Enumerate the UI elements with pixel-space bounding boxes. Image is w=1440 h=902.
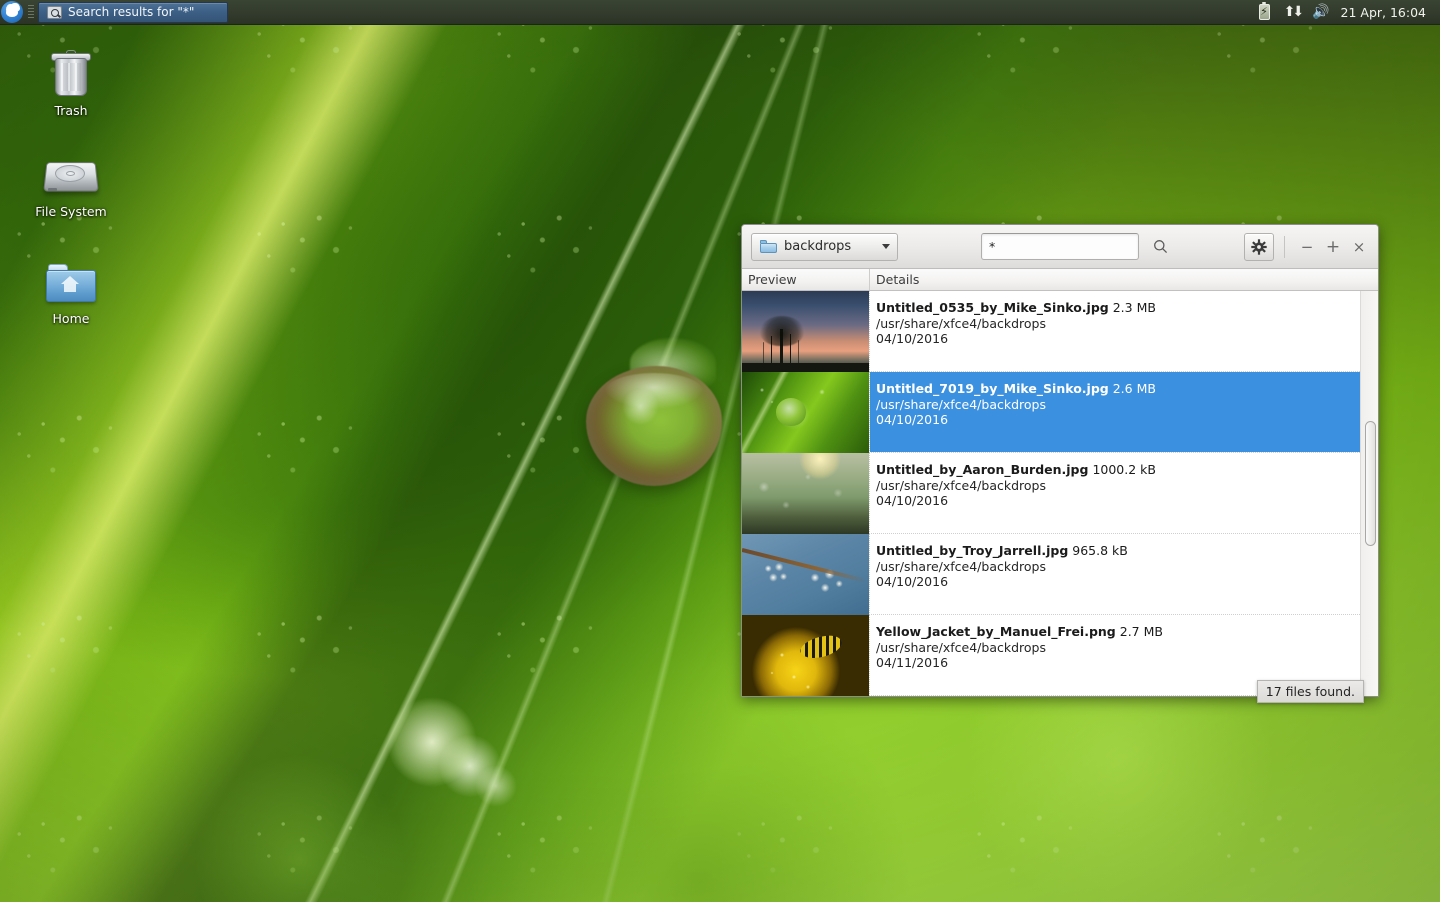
table-row[interactable]: Untitled_by_Troy_Jarrell.jpg 965.8 kB /u… — [742, 534, 1360, 615]
trash-icon — [49, 50, 93, 98]
system-tray: ⬆⬇ 🔊 21 Apr, 16:04 — [1256, 4, 1440, 21]
table-row[interactable]: Untitled_0535_by_Mike_Sinko.jpg 2.3 MB /… — [742, 291, 1360, 372]
search-results-window[interactable]: backdrops — [741, 224, 1379, 697]
search-icon[interactable] — [1149, 234, 1171, 259]
folder-dropdown[interactable]: backdrops — [751, 233, 898, 261]
file-date: 04/10/2016 — [876, 493, 1360, 509]
status-badge: 17 files found. — [1257, 680, 1364, 703]
window-toolbar: backdrops — [742, 225, 1378, 269]
file-size: 2.7 MB — [1120, 624, 1163, 639]
file-size: 2.3 MB — [1113, 300, 1156, 315]
search-folder-icon — [47, 6, 62, 19]
vertical-scrollbar[interactable] — [1360, 291, 1378, 696]
file-path: /usr/share/xfce4/backdrops — [876, 397, 1360, 413]
file-path: /usr/share/xfce4/backdrops — [876, 316, 1360, 332]
file-name: Untitled_7019_by_Mike_Sinko.jpg — [876, 381, 1109, 396]
file-date: 04/11/2016 — [876, 655, 1360, 671]
table-row[interactable]: Untitled_7019_by_Mike_Sinko.jpg 2.6 MB /… — [742, 372, 1360, 453]
desktop-icon-label: File System — [35, 204, 107, 219]
results-list[interactable]: Untitled_0535_by_Mike_Sinko.jpg 2.3 MB /… — [742, 291, 1378, 696]
battery-charging-icon[interactable] — [1259, 4, 1270, 20]
file-name: Untitled_by_Aaron_Burden.jpg — [876, 462, 1088, 477]
file-size: 1000.2 kB — [1092, 462, 1156, 477]
minimize-button[interactable]: − — [1294, 234, 1320, 260]
green-leaf-dewdrop-thumb — [742, 372, 870, 453]
desktop-icon-home[interactable]: Home — [22, 262, 120, 326]
panel-clock[interactable]: 21 Apr, 16:04 — [1341, 5, 1430, 20]
close-button[interactable]: × — [1346, 234, 1372, 260]
scrollbar-thumb[interactable] — [1365, 421, 1376, 546]
top-panel: Search results for "*" ⬆⬇ 🔊 21 Apr, 16:0… — [0, 0, 1440, 25]
file-path: /usr/share/xfce4/backdrops — [876, 559, 1360, 575]
column-headers: Preview Details — [742, 269, 1378, 291]
network-updown-icon[interactable]: ⬆⬇ — [1284, 4, 1301, 21]
file-size: 965.8 kB — [1072, 543, 1128, 558]
file-path: /usr/share/xfce4/backdrops — [876, 478, 1360, 494]
file-name: Untitled_0535_by_Mike_Sinko.jpg — [876, 300, 1109, 315]
file-size: 2.6 MB — [1113, 381, 1156, 396]
results-rows: Untitled_0535_by_Mike_Sinko.jpg 2.3 MB /… — [742, 291, 1360, 696]
yellow-jacket-thumb — [742, 615, 870, 696]
window-controls: − + × — [1244, 225, 1372, 269]
search-field[interactable] — [981, 233, 1139, 260]
desktop[interactable]: Search results for "*" ⬆⬇ 🔊 21 Apr, 16:0… — [0, 0, 1440, 902]
white-blossom-thumb — [742, 534, 870, 615]
search-input[interactable] — [982, 234, 1149, 259]
folder-icon — [760, 240, 777, 253]
file-date: 04/10/2016 — [876, 412, 1360, 428]
desktop-icon-label: Trash — [54, 103, 87, 118]
column-header-preview[interactable]: Preview — [742, 269, 870, 290]
row-details: Untitled_by_Aaron_Burden.jpg 1000.2 kB /… — [870, 453, 1360, 533]
gear-icon — [1251, 239, 1267, 255]
panel-drag-handle[interactable] — [28, 5, 34, 20]
file-date: 04/10/2016 — [876, 574, 1360, 590]
row-details: Untitled_by_Troy_Jarrell.jpg 965.8 kB /u… — [870, 534, 1360, 614]
file-name: Yellow_Jacket_by_Manuel_Frei.png — [876, 624, 1116, 639]
taskbar-window-label: Search results for "*" — [68, 5, 194, 19]
file-date: 04/10/2016 — [876, 331, 1360, 347]
file-name: Untitled_by_Troy_Jarrell.jpg — [876, 543, 1068, 558]
harddisk-icon — [43, 155, 99, 199]
maximize-button[interactable]: + — [1320, 234, 1346, 260]
volume-icon[interactable]: 🔊 — [1312, 4, 1329, 21]
home-folder-icon — [45, 262, 97, 306]
folder-dropdown-label: backdrops — [784, 239, 851, 254]
sunrise-grass-bokeh-thumb — [742, 453, 870, 534]
row-details: Untitled_0535_by_Mike_Sinko.jpg 2.3 MB /… — [870, 291, 1360, 371]
file-path: /usr/share/xfce4/backdrops — [876, 640, 1360, 656]
taskbar-window-button[interactable]: Search results for "*" — [38, 2, 228, 23]
xfce-mouse-icon[interactable] — [1, 1, 23, 23]
table-row[interactable]: Untitled_by_Aaron_Burden.jpg 1000.2 kB /… — [742, 453, 1360, 534]
toolbar-separator — [1284, 236, 1285, 258]
desktop-icon-label: Home — [53, 311, 90, 326]
settings-button[interactable] — [1244, 233, 1274, 261]
column-header-details[interactable]: Details — [870, 269, 1378, 290]
tree-sunset-thumb — [742, 291, 870, 372]
chevron-down-icon — [882, 244, 890, 249]
desktop-icon-trash[interactable]: Trash — [22, 50, 120, 118]
row-details: Untitled_7019_by_Mike_Sinko.jpg 2.6 MB /… — [870, 372, 1360, 452]
desktop-icon-file-system[interactable]: File System — [22, 155, 120, 219]
